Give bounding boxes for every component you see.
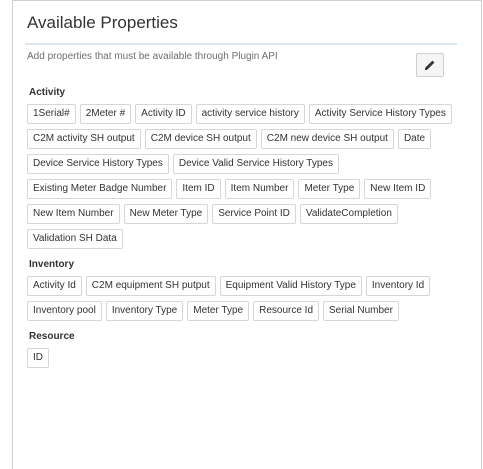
property-chip[interactable]: Activity ID [135, 104, 192, 124]
property-chip[interactable]: Service Point ID [212, 204, 296, 224]
available-properties-panel: Available Properties Add properties that… [12, 0, 482, 469]
property-chip[interactable]: Activity Service History Types [308, 104, 452, 124]
property-chip[interactable]: C2M activity SH output [27, 129, 141, 149]
property-chip[interactable]: Equipment Valid History Type [219, 276, 362, 296]
section-activity: Activity 1Serial# 2Meter # Activity ID activ… [27, 87, 467, 249]
section-inventory: Inventory Activity Id C2M equipment SH put… [27, 259, 467, 321]
property-chip[interactable]: Inventory Id [365, 276, 431, 296]
property-chip[interactable]: New Item Number [27, 204, 120, 224]
property-chip[interactable]: Resource Id [253, 301, 320, 321]
property-chip[interactable]: Inventory pool [27, 301, 102, 321]
panel-title: Available Properties [27, 13, 178, 32]
property-chip[interactable]: ValidateCompletion [299, 204, 398, 224]
section-resource: Resource ID [27, 331, 467, 368]
section-title: Activity [29, 87, 66, 98]
property-chip[interactable]: Validation SH Data [27, 229, 123, 249]
property-chip[interactable]: C2M device SH output [144, 129, 257, 149]
property-sections: Activity 1Serial# 2Meter # Activity ID activ… [27, 83, 467, 378]
section-title: Inventory [29, 259, 75, 270]
property-chip-list: 1Serial# 2Meter # Activity ID activity serv… [27, 104, 467, 249]
property-chip[interactable]: Inventory Type [105, 301, 184, 321]
property-chip-list: ID [27, 348, 467, 368]
section-title: Resource [29, 331, 75, 342]
property-chip[interactable]: C2M new device SH output [260, 129, 394, 149]
title-divider [25, 43, 457, 45]
property-chip[interactable]: Item Number [224, 179, 295, 199]
property-chip[interactable]: activity service history [195, 104, 305, 124]
property-chip-list: Activity Id C2M equipment SH putput Equipm… [27, 276, 467, 321]
property-chip[interactable]: New Item ID [364, 179, 432, 199]
pencil-icon [425, 60, 435, 70]
property-chip[interactable]: Activity Id [27, 276, 82, 296]
edit-properties-button[interactable] [416, 53, 444, 77]
property-chip[interactable]: 1Serial# [27, 104, 76, 124]
property-chip[interactable]: Date [397, 129, 432, 149]
panel-subtitle: Add properties that must be available th… [27, 51, 278, 62]
property-chip[interactable]: Device Service History Types [27, 154, 169, 174]
property-chip[interactable]: 2Meter # [79, 104, 132, 124]
property-chip[interactable]: Device Valid Service History Types [172, 154, 339, 174]
property-chip[interactable]: Serial Number [323, 301, 399, 321]
property-chip[interactable]: Item ID [176, 179, 221, 199]
property-chip[interactable]: ID [27, 348, 49, 368]
property-chip[interactable]: C2M equipment SH putput [85, 276, 216, 296]
property-chip[interactable]: Existing Meter Badge Number [27, 179, 173, 199]
property-chip[interactable]: Meter Type [187, 301, 250, 321]
property-chip[interactable]: Meter Type [298, 179, 361, 199]
property-chip[interactable]: New Meter Type [123, 204, 209, 224]
